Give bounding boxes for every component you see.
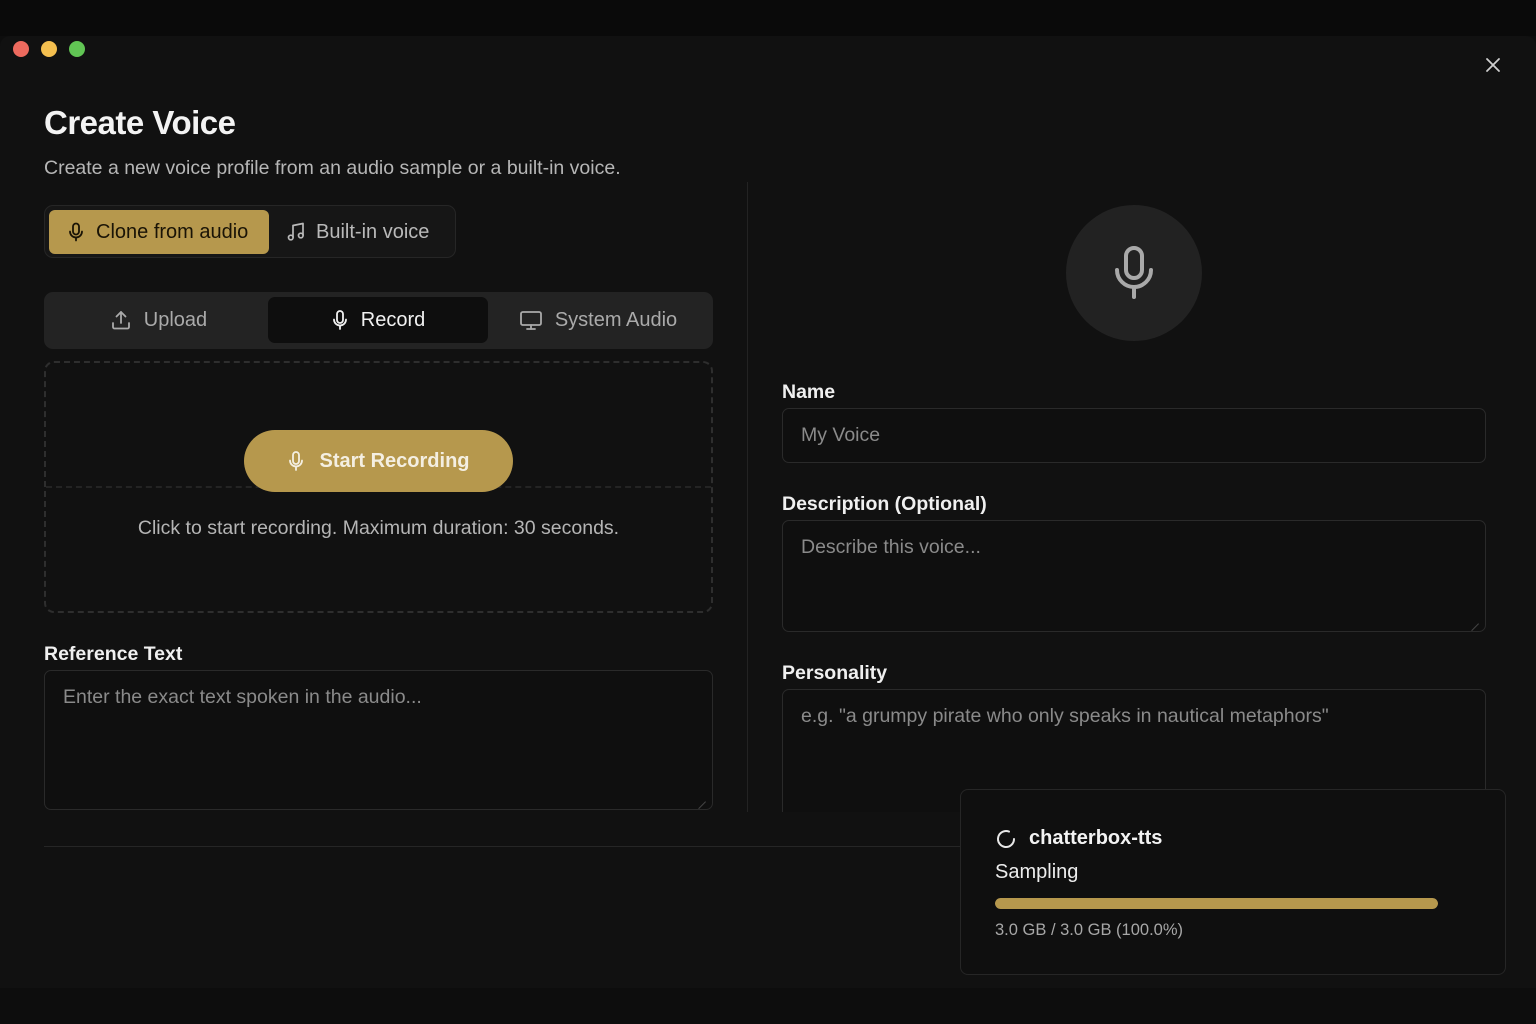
microphone-icon [69,222,83,242]
toast-header: chatterbox-tts [995,827,1162,850]
recording-hint: Click to start recording. Maximum durati… [137,517,620,539]
reference-text-input[interactable] [44,670,713,810]
download-progress-fill [995,898,1438,909]
x-icon [1486,58,1500,72]
spinner-icon [997,829,1015,848]
start-recording-button[interactable]: Start Recording [244,430,513,492]
resize-handle[interactable] [696,792,706,802]
page-subtitle: Create a new voice profile from an audio… [44,157,621,179]
reference-text-label: Reference Text [44,643,183,665]
toast-model-name: chatterbox-tts [1029,827,1163,849]
built-in-voice-label: Built-in voice [316,220,430,243]
microphone-icon [289,451,304,471]
title-bar [0,0,1536,36]
tab-upload[interactable]: Upload [49,297,268,343]
tab-record-label: Record [360,308,426,331]
monitor-icon [519,311,542,330]
personality-label: Personality [782,662,888,684]
start-recording-label: Start Recording [319,449,470,472]
tab-record[interactable]: Record [268,297,488,343]
clone-from-audio-label: Clone from audio [96,220,249,243]
audio-source-tabs: Upload Record System Audio [44,292,713,349]
name-input[interactable] [782,408,1486,463]
model-download-toast: chatterbox-tts Sampling 3.0 GB / 3.0 GB … [960,789,1506,975]
description-input[interactable] [782,520,1486,632]
music-note-icon [287,222,304,241]
tab-system-audio[interactable]: System Audio [488,297,708,343]
footer-divider [44,846,984,847]
voice-mode-switch: Clone from audio Built-in voice [44,205,456,258]
maximize-window-button[interactable] [69,41,85,57]
toast-size-text: 3.0 GB / 3.0 GB (100.0%) [995,921,1184,939]
minimize-window-button[interactable] [41,41,57,57]
description-label: Description (Optional) [782,493,987,515]
microphone-icon [332,310,347,330]
window-controls [13,41,85,57]
tab-upload-label: Upload [143,308,208,331]
tab-system-audio-label: System Audio [554,308,678,331]
voice-avatar[interactable] [1066,205,1202,341]
built-in-voice-button[interactable]: Built-in voice [283,210,453,254]
microphone-icon [1115,246,1153,299]
clone-from-audio-button[interactable]: Clone from audio [49,210,269,254]
close-dialog-button[interactable] [1481,53,1505,77]
toast-status: Sampling [995,861,1079,883]
close-window-button[interactable] [13,41,29,57]
download-progress-bar [995,898,1438,909]
resize-handle[interactable] [1469,614,1479,624]
column-divider [747,182,748,812]
upload-icon [111,311,130,330]
page-title: Create Voice [44,104,236,141]
name-label: Name [782,381,836,403]
